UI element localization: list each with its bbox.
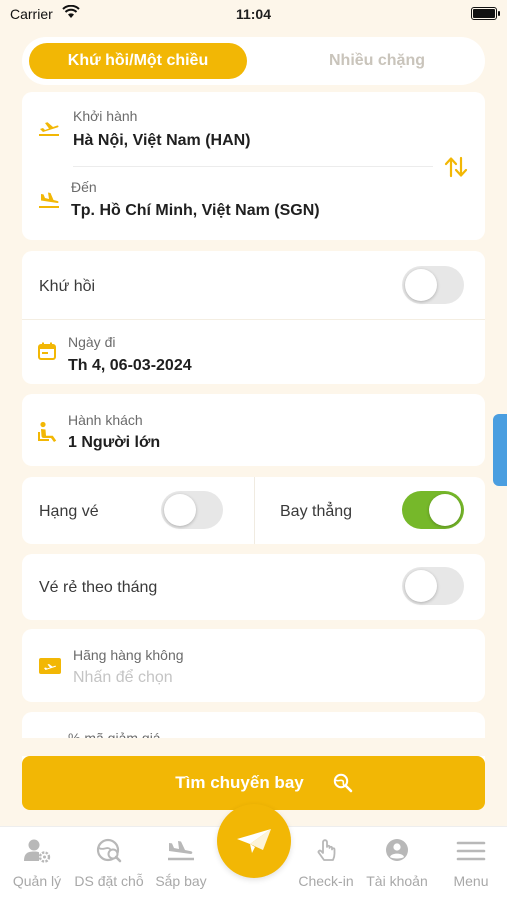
round-trip-tab[interactable]: Khứ hồi/Một chiều [29, 43, 247, 79]
takeoff-icon [39, 122, 59, 136]
airline-placeholder: Nhấn để chọn [73, 669, 173, 686]
monthly-cheap-label: Vé rẻ theo tháng [39, 579, 158, 596]
globe-search-icon [96, 838, 122, 863]
departure-field[interactable]: Khởi hành Hà Nội, Việt Nam (HAN) [22, 92, 432, 166]
account-icon [386, 839, 408, 861]
side-drawer-handle[interactable] [493, 414, 507, 486]
multi-city-tab[interactable]: Nhiều chặng [272, 43, 482, 79]
tab-label: Quản lý [12, 873, 62, 889]
search-flights-button[interactable]: Tìm chuyến bay [22, 756, 485, 810]
swap-icon[interactable] [443, 156, 469, 178]
paper-plane-icon [237, 829, 271, 853]
departure-label: Khởi hành [73, 108, 138, 124]
status-bar: Carrier 11:04 [0, 0, 507, 30]
ticket-icon [39, 658, 61, 674]
route-card: Khởi hành Hà Nội, Việt Nam (HAN) Đến Tp.… [22, 92, 485, 240]
arrival-value: Tp. Hồ Chí Minh, Việt Nam (SGN) [71, 202, 320, 219]
departure-value: Hà Nội, Việt Nam (HAN) [73, 132, 251, 149]
tab-label: Check-in [298, 873, 354, 889]
user-gear-icon [24, 839, 51, 863]
ticket-class-toggle[interactable] [161, 491, 223, 529]
new-booking-button[interactable] [217, 804, 291, 878]
tab-label: Sắp bay [155, 873, 207, 889]
tab-label: Tài khoản [366, 873, 428, 889]
date-label: Ngày đi [68, 334, 116, 350]
airline-label: Hãng hàng không [73, 647, 184, 663]
arrival-field[interactable]: Đến Tp. Hồ Chí Minh, Việt Nam (SGN) [22, 167, 432, 240]
airline-card[interactable]: Hãng hàng không Nhấn để chọn [22, 629, 485, 702]
battery-icon [471, 7, 500, 20]
passengers-label: Hành khách [68, 412, 143, 428]
round-trip-label: Khứ hồi [39, 278, 96, 295]
divider [254, 477, 255, 544]
tab-label: DS đặt chỗ [74, 873, 144, 889]
passengers-card[interactable]: Hành khách 1 Người lớn [22, 394, 485, 466]
direct-flight-label: Bay thẳng [280, 503, 353, 520]
date-field[interactable]: Ngày đi Th 4, 06-03-2024 [22, 320, 485, 384]
direct-flight-toggle[interactable] [402, 491, 464, 529]
options-card: Hạng vé Bay thẳng [22, 477, 485, 544]
tap-hand-icon [317, 839, 336, 861]
round-trip-card: Khứ hồi Ngày đi Th 4, 06-03-2024 [22, 251, 485, 384]
clock: 11:04 [235, 6, 272, 22]
passengers-value: 1 Người lớn [68, 434, 161, 451]
round-trip-toggle[interactable] [402, 266, 464, 304]
menu-icon [456, 841, 486, 861]
monthly-cheap-toggle[interactable] [402, 567, 464, 605]
tab-label: Menu [453, 873, 489, 889]
scroll-fade [0, 738, 507, 756]
trip-type-segment: Khứ hồi/Một chiều Nhiều chặng [22, 37, 485, 85]
date-value: Th 4, 06-03-2024 [68, 357, 192, 374]
search-globe-icon [333, 773, 353, 793]
arrival-label: Đến [71, 179, 97, 195]
monthly-cheap-card: Vé rẻ theo tháng [22, 554, 485, 620]
ticket-class-label: Hạng vé [39, 503, 99, 520]
seat-icon [38, 421, 57, 442]
plane-landing-icon [168, 841, 194, 861]
calendar-icon [38, 342, 56, 360]
landing-icon [39, 192, 59, 208]
search-flights-label: Tìm chuyến bay [175, 773, 304, 792]
